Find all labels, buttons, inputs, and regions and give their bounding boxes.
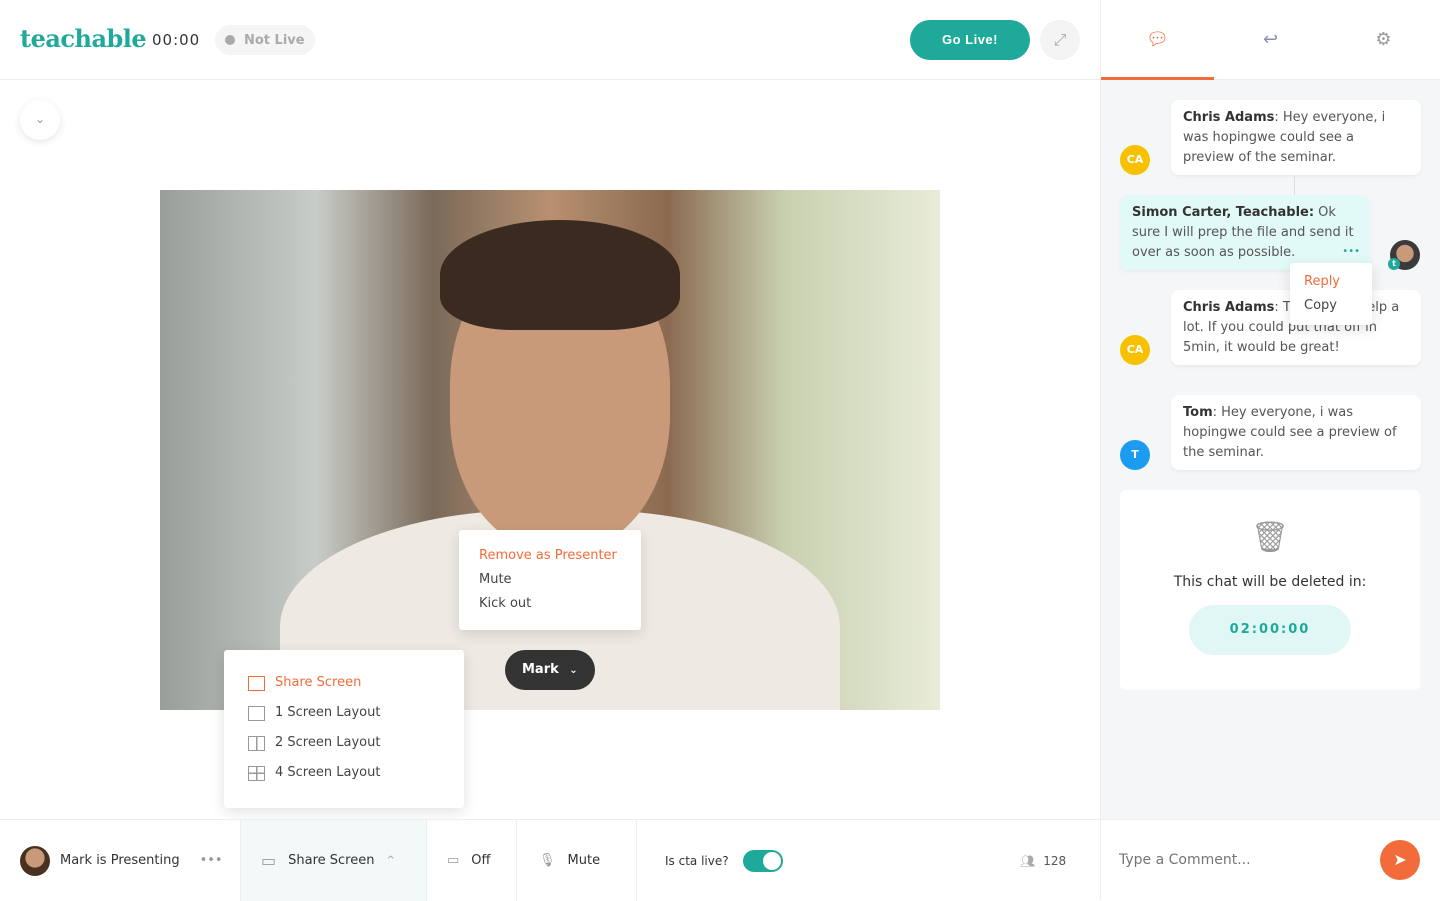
layout-4-icon bbox=[248, 765, 265, 781]
logo: teachable bbox=[20, 24, 147, 53]
stream-timer: 00:00 bbox=[152, 31, 201, 49]
go-live-button[interactable]: Go Live! bbox=[910, 20, 1030, 60]
sidebar-tabs: 💬︎ ↩︎ ⚙︎ bbox=[1101, 0, 1440, 80]
video-feed bbox=[160, 190, 940, 710]
teacher-badge: t bbox=[1388, 258, 1400, 270]
copy-option[interactable]: Copy bbox=[1304, 294, 1358, 318]
message-author: Tom bbox=[1183, 405, 1213, 420]
gear-icon: ⚙︎ bbox=[1375, 29, 1392, 50]
cta-toggle-group: Is cta live? bbox=[665, 820, 783, 901]
message-author: Chris Adams bbox=[1183, 110, 1275, 125]
chevron-down-icon: ⌄ bbox=[569, 665, 578, 676]
attendee-count: 👥︎ 128 bbox=[1020, 820, 1066, 901]
cta-label: Is cta live? bbox=[665, 853, 729, 868]
share-screen-button[interactable]: ▭ Share Screen ^ bbox=[240, 820, 427, 901]
chat-sidebar: 💬︎ ↩︎ ⚙︎ Chris Adams: Hey everyone, i wa… bbox=[1100, 0, 1440, 900]
bottom-toolbar: Mark is Presenting ••• ▭ Share Screen ^ ▭ Of… bbox=[0, 819, 1100, 901]
reply-all-icon: ↩︎ bbox=[1262, 29, 1279, 50]
attendee-number: 128 bbox=[1043, 853, 1067, 868]
camera-label: Off bbox=[471, 853, 491, 868]
monitor-icon bbox=[248, 675, 265, 691]
reply-option[interactable]: Reply bbox=[1304, 270, 1358, 294]
presenter-info: Mark is Presenting ••• bbox=[20, 820, 223, 901]
remove-presenter-option[interactable]: Remove as Presenter bbox=[479, 544, 621, 568]
chevron-down-icon[interactable]: ⌄ bbox=[20, 100, 60, 140]
presenter-name-button[interactable]: Mark ⌄ bbox=[505, 650, 595, 690]
share-screen-menu: Share Screen 1 Screen Layout 2 Screen La… bbox=[224, 650, 464, 808]
option-label: 2 Screen Layout bbox=[275, 735, 381, 750]
layout-1-icon bbox=[248, 705, 265, 721]
status-dot-icon bbox=[225, 35, 235, 45]
presenting-label: Mark is Presenting bbox=[60, 853, 180, 868]
share-screen-option[interactable]: Share Screen bbox=[248, 668, 440, 698]
share-label: Share Screen bbox=[288, 853, 375, 868]
mic-button[interactable]: 🎙︎ Mute bbox=[517, 820, 637, 901]
chat-message-own: Simon Carter, Teachable: Ok sure I will … bbox=[1120, 195, 1370, 270]
more-icon[interactable]: ••• bbox=[1342, 242, 1360, 262]
option-label: Share Screen bbox=[275, 675, 362, 690]
tab-settings[interactable]: ⚙︎ bbox=[1327, 0, 1440, 80]
message-text: : Hey everyone, i was hopingwe could see… bbox=[1183, 405, 1397, 460]
chat-message: Tom: Hey everyone, i was hopingwe could … bbox=[1171, 395, 1421, 470]
message-author: Chris Adams bbox=[1183, 300, 1275, 315]
monitor-icon: ▭ bbox=[261, 851, 277, 870]
presenter-menu: Remove as Presenter Mute Kick out bbox=[459, 530, 641, 630]
top-bar: teachable 00:00 Not Live Go Live! ⤢ bbox=[0, 0, 1100, 80]
camera-button[interactable]: ▭ Off bbox=[427, 820, 517, 901]
users-icon: 👥︎ bbox=[1020, 853, 1036, 868]
microphone-icon: 🎙︎ bbox=[539, 853, 556, 868]
status-label: Not Live bbox=[244, 33, 305, 48]
tab-replies[interactable]: ↩︎ bbox=[1214, 0, 1327, 80]
kick-out-option[interactable]: Kick out bbox=[479, 592, 621, 616]
video-person-hair bbox=[440, 220, 680, 330]
presenter-name: Mark bbox=[522, 662, 559, 677]
chat-deletion-notice: 🗑︎ This chat will be deleted in: 02:00:0… bbox=[1120, 490, 1420, 690]
deletion-label: This chat will be deleted in: bbox=[1173, 574, 1367, 590]
live-status-badge: Not Live bbox=[215, 25, 315, 55]
layout-2-icon bbox=[248, 735, 265, 751]
layout-2-option[interactable]: 2 Screen Layout bbox=[248, 728, 440, 758]
mute-option[interactable]: Mute bbox=[479, 568, 621, 592]
message-context-menu: Reply Copy bbox=[1290, 263, 1372, 325]
camera-off-icon: ▭ bbox=[447, 853, 460, 868]
option-label: 4 Screen Layout bbox=[275, 765, 381, 780]
chevron-up-icon: ^ bbox=[386, 855, 395, 866]
option-label: 1 Screen Layout bbox=[275, 705, 381, 720]
thread-line bbox=[1294, 175, 1295, 195]
chat-message: Chris Adams: Hey everyone, i was hopingw… bbox=[1171, 100, 1421, 175]
avatar bbox=[20, 845, 50, 876]
send-icon[interactable]: ➤ bbox=[1380, 840, 1420, 880]
layout-4-option[interactable]: 4 Screen Layout bbox=[248, 758, 440, 788]
comment-input[interactable] bbox=[1119, 848, 1369, 872]
cta-toggle[interactable] bbox=[742, 849, 783, 872]
avatar: CA bbox=[1120, 335, 1150, 365]
comment-bar: ➤ bbox=[1101, 819, 1440, 900]
message-author: Simon Carter, Teachable: bbox=[1132, 205, 1315, 220]
avatar: T bbox=[1120, 440, 1150, 470]
tab-chat[interactable]: 💬︎ bbox=[1101, 0, 1214, 80]
avatar: CA bbox=[1120, 145, 1150, 175]
mic-label: Mute bbox=[567, 853, 601, 868]
chat-bubble-icon: 💬︎ bbox=[1146, 29, 1169, 50]
layout-1-option[interactable]: 1 Screen Layout bbox=[248, 698, 440, 728]
expand-icon[interactable]: ⤢ bbox=[1040, 20, 1080, 60]
trash-icon: 🗑︎ bbox=[1250, 520, 1290, 555]
deletion-countdown: 02:00:00 bbox=[1189, 605, 1351, 655]
more-icon[interactable]: ••• bbox=[200, 853, 223, 868]
